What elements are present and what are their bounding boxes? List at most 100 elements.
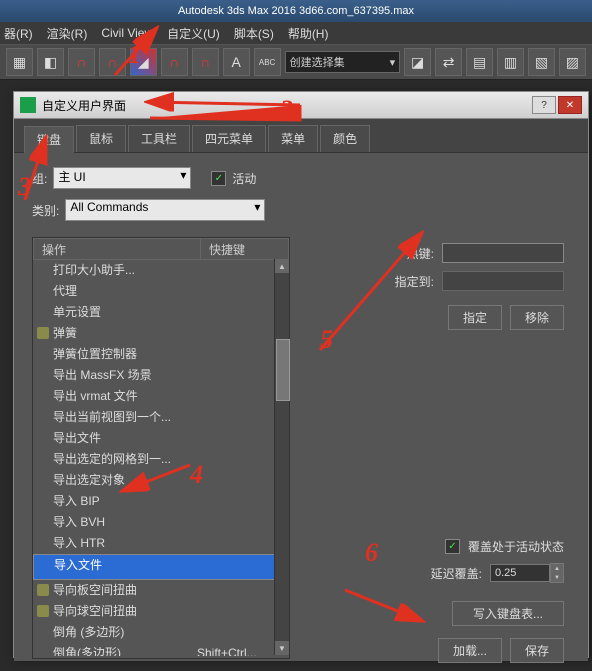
list-item[interactable]: 倒角 (多边形) (33, 622, 289, 643)
active-checkbox[interactable]: ✓ (211, 171, 226, 186)
list-item[interactable]: 导出当前视图到一个... (33, 407, 289, 428)
menu-item[interactable]: Civil View (101, 26, 153, 40)
list-item[interactable]: 单元设置 (33, 302, 289, 323)
list-item[interactable]: 导向板空间扭曲 (33, 580, 289, 601)
annotation-3: 3 (18, 172, 31, 202)
help-button[interactable]: ? (532, 96, 556, 114)
write-keyboard-button[interactable]: 写入键盘表... (452, 601, 564, 626)
tab-menu[interactable]: 菜单 (268, 125, 318, 152)
override-checkbox[interactable]: ✓ (445, 539, 460, 554)
tool-button[interactable]: ◧ (37, 48, 64, 76)
category-label: 类别: (32, 202, 59, 219)
category-dropdown[interactable]: All Commands ▾ (65, 199, 265, 221)
tool-button[interactable]: ◪ (404, 48, 431, 76)
tool-button[interactable]: ▧ (528, 48, 555, 76)
action-list: 操作 快捷键 打印大小助手...代理单元设置弹簧弹簧位置控制器导出 MassFX… (32, 237, 290, 659)
app-titlebar: Autodesk 3ds Max 2016 3d66.com_637395.ma… (0, 0, 592, 22)
snap-icon[interactable]: ∩ (161, 48, 188, 76)
group-label: 组: (32, 170, 47, 187)
override-label: 覆盖处于活动状态 (468, 538, 564, 555)
category-value: All Commands (70, 200, 148, 220)
chevron-down-icon: ▾ (254, 200, 260, 220)
list-item[interactable]: 导入 BIP (33, 491, 289, 512)
delay-label: 延迟覆盖: (431, 565, 482, 582)
list-item[interactable]: 弹簧位置控制器 (33, 344, 289, 365)
col-shortcut[interactable]: 快捷键 (201, 239, 288, 259)
assigned-label: 指定到: (395, 273, 434, 290)
scroll-up-icon[interactable]: ▲ (275, 259, 289, 273)
snap-icon[interactable]: ∩ (192, 48, 219, 76)
save-button[interactable]: 保存 (510, 638, 564, 663)
dialog-titlebar[interactable]: 自定义用户界面 ? ✕ (14, 92, 588, 119)
dialog-title-text: 自定义用户界面 (42, 97, 126, 114)
tab-keyboard[interactable]: 键盘 (24, 126, 74, 153)
dialog-body: 组: 主 UI ▾ ✓ 活动 类别: All Commands ▾ 操作 快捷键 打… (14, 153, 588, 661)
list-item[interactable]: 导入文件 (33, 554, 289, 580)
delay-value[interactable]: 0.25 (490, 564, 550, 582)
right-panel: 热键: 指定到: 指定 移除 ✓ 覆盖处于活动状态 延迟覆盖: 0.25 ▲▼ (314, 243, 564, 671)
list-header: 操作 快捷键 (33, 238, 289, 260)
list-item[interactable]: 代理 (33, 281, 289, 302)
annotation-4: 4 (190, 460, 203, 490)
assigned-display (442, 271, 564, 291)
hotkey-label: 热键: (407, 245, 434, 262)
tab-quad[interactable]: 四元菜单 (192, 125, 266, 152)
list-item[interactable]: 导出选定对象 (33, 470, 289, 491)
tool-button[interactable]: ▤ (466, 48, 493, 76)
snap-icon[interactable]: ∩ (68, 48, 95, 76)
spinner-buttons[interactable]: ▲▼ (550, 563, 564, 583)
menu-item[interactable]: 渲染(R) (47, 25, 88, 42)
menu-item[interactable]: 自定义(U) (167, 25, 220, 42)
chevron-down-icon: ▾ (390, 56, 396, 69)
dialog-tabs: 键盘 鼠标 工具栏 四元菜单 菜单 颜色 (14, 119, 588, 153)
annotation-5: 5 (320, 325, 333, 355)
chevron-down-icon: ▾ (180, 168, 186, 188)
tab-color[interactable]: 颜色 (320, 125, 370, 152)
tab-mouse[interactable]: 鼠标 (76, 125, 126, 152)
list-item[interactable]: 导入 BVH (33, 512, 289, 533)
group-value: 主 UI (58, 168, 85, 188)
list-item[interactable]: 导出 vrmat 文件 (33, 386, 289, 407)
hotkey-input[interactable] (442, 243, 564, 263)
main-menubar: 器(R) 渲染(R) Civil View 自定义(U) 脚本(S) 帮助(H) (0, 22, 592, 44)
customize-ui-dialog: 自定义用户界面 ? ✕ 键盘 鼠标 工具栏 四元菜单 菜单 颜色 组: 主 UI… (13, 91, 589, 658)
tab-toolbar[interactable]: 工具栏 (128, 125, 190, 152)
scroll-thumb[interactable] (276, 339, 290, 401)
list-item[interactable]: 导向球空间扭曲 (33, 601, 289, 622)
tool-button[interactable]: ▦ (6, 48, 33, 76)
menu-item[interactable]: 帮助(H) (288, 25, 329, 42)
menu-item[interactable]: 器(R) (4, 25, 33, 42)
list-item[interactable]: 导出文件 (33, 428, 289, 449)
tool-button[interactable]: A (223, 48, 250, 76)
mirror-icon[interactable]: ⇄ (435, 48, 462, 76)
list-item[interactable]: 导出选定的网格到一... (33, 449, 289, 470)
list-body[interactable]: 打印大小助手...代理单元设置弹簧弹簧位置控制器导出 MassFX 场景导出 v… (33, 260, 289, 656)
tool-button[interactable]: ABC (254, 48, 281, 76)
list-item[interactable]: 弹簧 (33, 323, 289, 344)
group-dropdown[interactable]: 主 UI ▾ (53, 167, 191, 189)
snap-icon[interactable]: ∩ (99, 48, 126, 76)
list-scrollbar[interactable]: ▲ ▼ (274, 259, 289, 655)
list-item[interactable]: 打印大小助手... (33, 260, 289, 281)
scroll-down-icon[interactable]: ▼ (275, 641, 289, 655)
annotation-1: 1 (128, 40, 141, 70)
main-toolbar: ▦ ◧ ∩ ∩ ◢ ∩ ∩ A ABC 创建选择集 ▾ ◪ ⇄ ▤ ▥ ▧ ▨ (0, 44, 592, 80)
assign-button[interactable]: 指定 (448, 305, 502, 330)
menu-item[interactable]: 脚本(S) (234, 25, 274, 42)
annotation-2: 2 (280, 95, 293, 125)
tool-button[interactable]: ▥ (497, 48, 524, 76)
annotation-6: 6 (365, 538, 378, 568)
list-item[interactable]: 导出 MassFX 场景 (33, 365, 289, 386)
remove-button[interactable]: 移除 (510, 305, 564, 330)
delay-spinner[interactable]: 0.25 ▲▼ (490, 563, 564, 583)
list-item[interactable]: 导入 HTR (33, 533, 289, 554)
list-item[interactable]: 倒角(多边形)Shift+Ctrl... (33, 643, 289, 656)
app-icon (20, 97, 36, 113)
active-label: 活动 (232, 170, 256, 187)
load-button[interactable]: 加载... (438, 638, 502, 663)
close-button[interactable]: ✕ (558, 96, 582, 114)
selection-set-dropdown[interactable]: 创建选择集 ▾ (285, 51, 401, 73)
col-action[interactable]: 操作 (34, 239, 201, 259)
tool-button[interactable]: ▨ (559, 48, 586, 76)
selection-set-label: 创建选择集 (290, 54, 345, 70)
